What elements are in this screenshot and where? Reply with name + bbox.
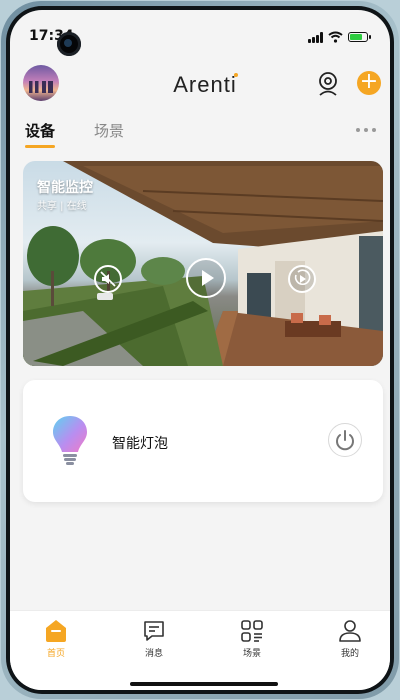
- tab-scenes[interactable]: 场景: [94, 120, 124, 141]
- mute-icon: [100, 271, 116, 287]
- bulb-card[interactable]: 智能灯泡: [23, 380, 383, 502]
- play-icon: [202, 270, 214, 286]
- bulb-icon: [53, 416, 87, 465]
- add-camera-icon[interactable]: [316, 71, 340, 97]
- camera-status: 共享 | 在线: [37, 201, 87, 212]
- mute-button[interactable]: [94, 265, 122, 293]
- bottom-nav: 首页 消息 场景 我的: [10, 610, 390, 690]
- home-indicator: [130, 682, 278, 686]
- replay-icon: [294, 269, 311, 286]
- more-icon[interactable]: [356, 128, 376, 132]
- bulb-name: 智能灯泡: [112, 436, 168, 452]
- nav-messages[interactable]: 消息: [124, 619, 184, 659]
- tab-devices[interactable]: 设备: [25, 120, 55, 141]
- nav-profile[interactable]: 我的: [320, 619, 380, 659]
- camera-name: 智能监控: [37, 180, 93, 196]
- active-tab-indicator: [25, 145, 55, 148]
- add-device-button[interactable]: +: [357, 71, 381, 95]
- status-icons: [308, 30, 371, 44]
- brand-dot: [234, 73, 238, 77]
- nav-messages-label: 消息: [144, 649, 163, 659]
- avatar[interactable]: [23, 65, 59, 101]
- scene-icon: [241, 620, 263, 642]
- message-icon: [144, 621, 164, 641]
- profile-icon: [339, 620, 361, 642]
- signal-icon: [308, 31, 323, 43]
- phone-frame: 17:34 Arenti + 设备 场景 智能监控 共享 | 在线 智能灯泡 首…: [1, 1, 399, 699]
- power-icon: [336, 430, 354, 451]
- nav-scenes[interactable]: 场景: [222, 619, 282, 659]
- nav-scenes-label: 场景: [242, 649, 261, 659]
- nav-home[interactable]: 首页: [26, 619, 86, 659]
- power-button[interactable]: [328, 423, 362, 457]
- phone-bezel: 17:34 Arenti + 设备 场景 智能监控 共享 | 在线 智能灯泡 首…: [6, 6, 394, 694]
- battery-icon: [348, 32, 371, 42]
- wifi-icon: [328, 31, 343, 43]
- nav-profile-label: 我的: [340, 649, 359, 659]
- nav-home-label: 首页: [46, 649, 65, 659]
- camera-card[interactable]: 智能监控 共享 | 在线: [23, 161, 383, 366]
- replay-button[interactable]: [288, 265, 316, 293]
- play-button[interactable]: [186, 258, 226, 298]
- app-screen: 17:34 Arenti + 设备 场景 智能监控 共享 | 在线 智能灯泡 首…: [10, 10, 390, 690]
- front-camera: [57, 32, 81, 56]
- home-icon: [46, 620, 66, 642]
